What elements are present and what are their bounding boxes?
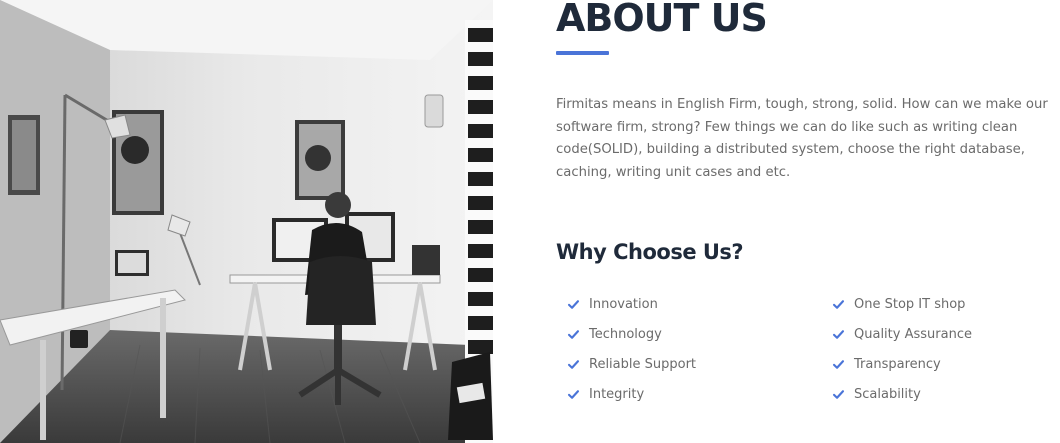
about-description: Firmitas means in English Firm, tough, s… [556,97,1048,180]
why-choose-us-title: Why Choose Us? [556,240,744,264]
check-icon [567,329,580,339]
check-icon [832,389,845,399]
feature-item: Integrity [567,379,696,409]
check-icon [832,299,845,309]
feature-label: One Stop IT shop [854,296,966,312]
feature-item: Quality Assurance [832,319,972,349]
feature-label: Scalability [854,386,921,402]
feature-item: One Stop IT shop [832,289,972,319]
about-title: ABOUT US [556,0,768,40]
feature-item: Transparency [832,349,972,379]
check-icon [832,329,845,339]
feature-label: Transparency [854,356,941,372]
feature-label: Innovation [589,296,658,312]
feature-item: Technology [567,319,696,349]
feature-label: Technology [589,326,662,342]
check-icon [832,359,845,369]
check-icon [567,389,580,399]
features-list-right: One Stop IT shop Quality Assurance Trans… [832,289,972,409]
check-icon [567,299,580,309]
check-icon [567,359,580,369]
feature-label: Integrity [589,386,645,402]
feature-label: Quality Assurance [854,326,972,342]
office-photo [0,0,493,443]
feature-item: Innovation [567,289,696,319]
features-list-left: Innovation Technology Reliable Support I… [567,289,696,409]
feature-item: Reliable Support [567,349,696,379]
feature-item: Scalability [832,379,972,409]
feature-label: Reliable Support [589,356,697,372]
title-underline [556,51,609,55]
